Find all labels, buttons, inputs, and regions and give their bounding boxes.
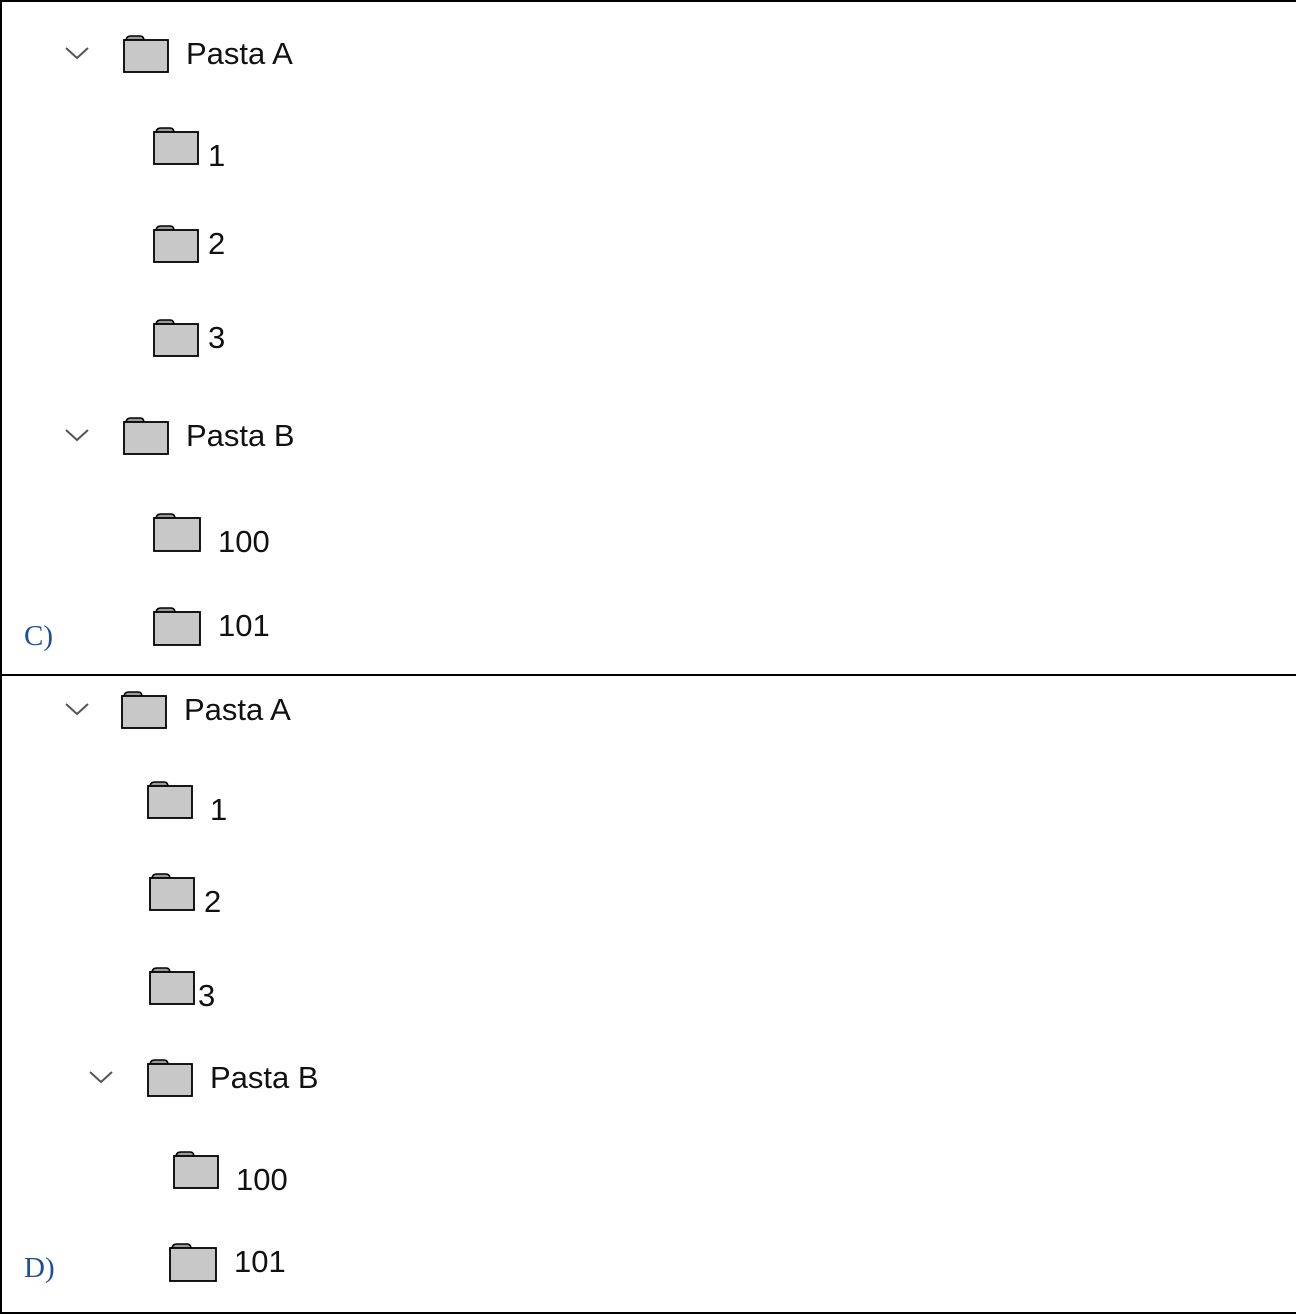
tree-node-100[interactable]: 100 [152,506,270,559]
chevron-down-icon[interactable] [64,44,90,62]
tree-node-100[interactable]: 100 [172,1144,288,1197]
folder-label: 3 [198,977,216,1013]
tree-node-1[interactable]: 1 [146,774,228,827]
folder-icon [152,603,202,647]
tree-node-2[interactable]: 2 [148,866,222,919]
folder-label: 101 [234,1243,286,1279]
folder-icon [148,870,196,912]
chevron-down-icon[interactable] [64,426,90,444]
folder-label: 1 [210,791,228,827]
chevron-down-icon[interactable] [64,700,90,718]
panel-letter: C) [24,620,53,652]
tree-node-pasta-b[interactable]: Pasta B [64,410,295,460]
folder-icon [120,688,168,730]
tree-node-3[interactable]: 3 [152,312,225,362]
tree-node-2[interactable]: 2 [152,218,225,268]
folder-icon [168,1239,218,1283]
folder-icon [152,222,200,264]
tree-node-1[interactable]: 1 [152,120,226,173]
tree-node-pasta-b[interactable]: Pasta B [88,1052,319,1102]
folder-icon [122,414,170,456]
tree-node-pasta-a[interactable]: Pasta A [64,28,293,78]
panel-c: Pasta A 1 2 3 Pasta B 100 101 C) [0,0,1296,676]
folder-label: Pasta B [210,1059,319,1095]
folder-icon [152,316,200,358]
folder-label: Pasta B [186,417,295,453]
panel-d: Pasta A 1 2 3 Pasta B 100 101 D) [0,674,1296,1314]
folder-icon [146,778,194,820]
folder-icon [122,32,170,74]
folder-label: Pasta A [186,35,293,71]
folder-icon [148,964,196,1006]
folder-label: Pasta A [184,691,291,727]
folder-icon [146,1056,194,1098]
folder-label: 101 [218,607,270,643]
folder-label: 100 [236,1161,288,1197]
folder-label: 2 [208,225,226,261]
chevron-down-icon[interactable] [88,1068,114,1086]
folder-label: 2 [204,883,222,919]
tree-node-3[interactable]: 3 [148,960,216,1013]
folder-icon [152,509,202,553]
folder-label: 100 [218,523,270,559]
folder-label: 1 [208,137,226,173]
tree-node-101[interactable]: 101 [168,1236,286,1286]
tree-node-101[interactable]: 101 [152,600,270,650]
tree-node-pasta-a[interactable]: Pasta A [64,684,291,734]
folder-icon [172,1148,220,1190]
folder-label: 3 [208,319,226,355]
folder-icon [152,124,200,166]
panel-letter: D) [24,1252,55,1284]
